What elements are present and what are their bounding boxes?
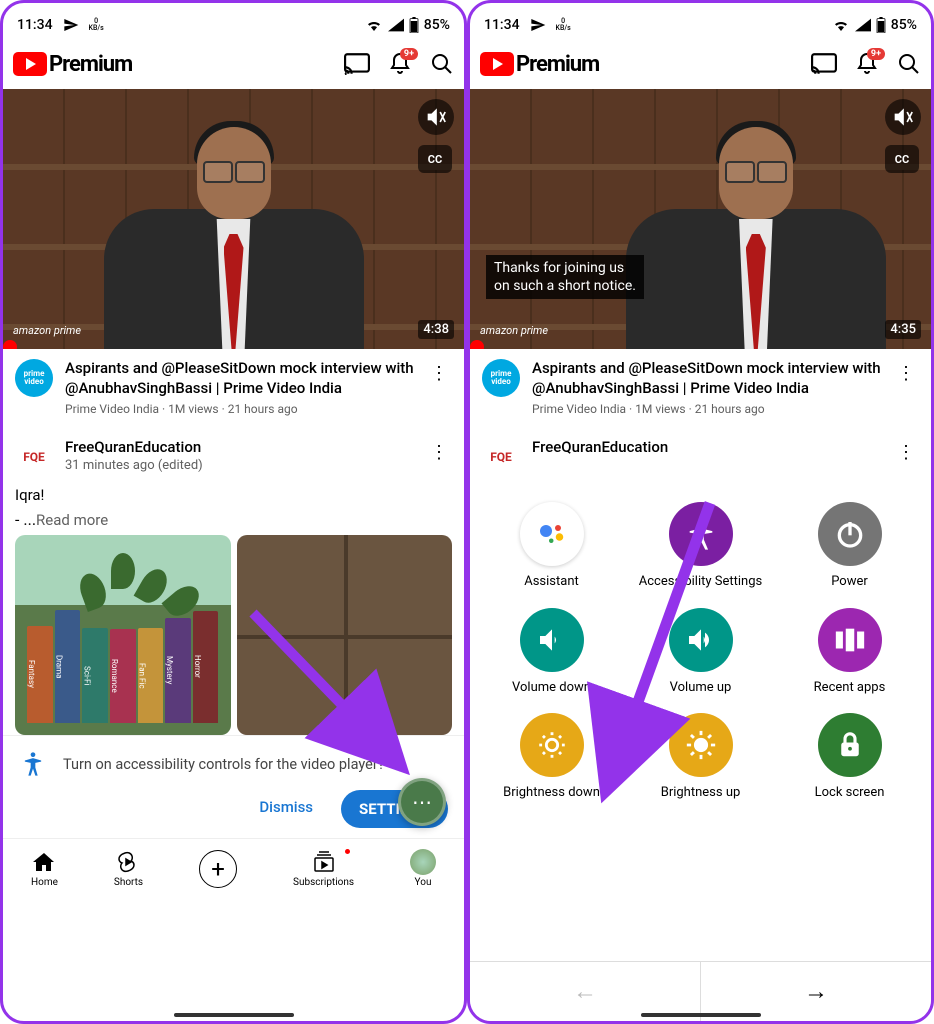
gesture-handle[interactable] xyxy=(641,1013,761,1017)
channel-avatar[interactable]: prime video xyxy=(15,359,53,397)
prime-watermark: amazon prime xyxy=(480,324,548,337)
mute-icon[interactable] xyxy=(885,99,921,135)
send-icon xyxy=(530,17,546,33)
post-time: 31 minutes ago (edited) xyxy=(65,458,414,473)
video-duration: 4:35 xyxy=(885,320,921,339)
accessibility-prompt: Turn on accessibility controls for the v… xyxy=(3,735,464,838)
nav-shorts[interactable]: Shorts xyxy=(114,849,143,888)
menu-item-brightness-up[interactable]: Brightness up xyxy=(629,713,772,801)
mute-icon[interactable] xyxy=(418,99,454,135)
nav-create[interactable]: + xyxy=(199,850,237,888)
prompt-text: Turn on accessibility controls for the v… xyxy=(63,756,385,773)
community-post: FQE FreeQuranEducation 31 minutes ago (e… xyxy=(3,426,464,735)
status-bar: 11:34 0KB/s 85% xyxy=(3,3,464,39)
accessibility-menu: AssistantAccessibility SettingsPowerVolu… xyxy=(470,482,931,1021)
battery-icon xyxy=(409,17,419,33)
battery-percent: 85% xyxy=(424,17,450,33)
phone-right: 11:34 0KB/s 85% Premium 9+ xyxy=(467,0,934,1024)
nav-subscriptions[interactable]: Subscriptions xyxy=(293,849,354,888)
accessibility-fab[interactable]: ⋯ xyxy=(398,778,446,826)
kbps-indicator: 0KB/s xyxy=(556,18,571,32)
cast-icon[interactable] xyxy=(811,53,837,75)
cast-icon[interactable] xyxy=(344,53,370,75)
prime-watermark: amazon prime xyxy=(13,324,81,337)
post-more-icon[interactable]: ⋮ xyxy=(426,438,452,467)
video-more-icon[interactable]: ⋮ xyxy=(893,359,919,388)
video-player[interactable]: CC Thanks for joining uson such a short … xyxy=(470,89,931,349)
wifi-icon xyxy=(365,18,383,32)
youtube-play-icon xyxy=(13,52,47,76)
youtube-logo[interactable]: Premium xyxy=(480,52,599,77)
nav-you[interactable]: You xyxy=(410,849,436,888)
notifications-button[interactable]: 9+ xyxy=(388,52,412,76)
post-image-2[interactable] xyxy=(237,535,453,735)
read-more-row[interactable]: - ...Read more xyxy=(15,510,452,529)
post-channel[interactable]: FreeQuranEducation xyxy=(532,438,881,456)
send-icon xyxy=(63,17,79,33)
nav-home[interactable]: Home xyxy=(31,849,58,888)
kbps-indicator: 0KB/s xyxy=(89,18,104,32)
video-meta: Prime Video India · 1M views · 21 hours … xyxy=(65,402,414,416)
video-more-icon[interactable]: ⋮ xyxy=(426,359,452,388)
signal-icon xyxy=(855,18,871,32)
menu-item-brightness-down[interactable]: Brightness down xyxy=(480,713,623,801)
video-info-row: prime video Aspirants and @PleaseSitDown… xyxy=(3,349,464,426)
menu-item-lock-screen[interactable]: Lock screen xyxy=(778,713,921,801)
video-title[interactable]: Aspirants and @PleaseSitDown mock interv… xyxy=(532,359,881,398)
bottom-nav: Home Shorts + Subscriptions You xyxy=(3,838,464,904)
progress-indicator xyxy=(470,340,484,349)
battery-icon xyxy=(876,17,886,33)
app-header: Premium 9+ xyxy=(470,39,931,89)
status-time: 11:34 xyxy=(17,17,53,33)
app-header: Premium 9+ xyxy=(3,39,464,89)
user-avatar xyxy=(410,849,436,875)
post-more-icon[interactable]: ⋮ xyxy=(893,438,919,467)
wifi-icon xyxy=(832,18,850,32)
caption-overlay: Thanks for joining uson such a short not… xyxy=(486,255,644,299)
channel-avatar[interactable]: prime video xyxy=(482,359,520,397)
video-meta: Prime Video India · 1M views · 21 hours … xyxy=(532,402,881,416)
post-channel[interactable]: FreeQuranEducation xyxy=(65,438,414,456)
community-post: FQE FreeQuranEducation ⋮ xyxy=(470,426,931,482)
dismiss-button[interactable]: Dismiss xyxy=(245,790,327,828)
phone-left: 11:34 0KB/s 85% Premium 9+ xyxy=(0,0,467,1024)
accessibility-icon xyxy=(19,750,47,778)
menu-item-power[interactable]: Power xyxy=(778,502,921,590)
menu-item-assistant[interactable]: Assistant xyxy=(480,502,623,590)
video-info-row: prime video Aspirants and @PleaseSitDown… xyxy=(470,349,931,426)
search-icon[interactable] xyxy=(897,52,921,76)
search-icon[interactable] xyxy=(430,52,454,76)
youtube-play-icon xyxy=(480,52,514,76)
video-title[interactable]: Aspirants and @PleaseSitDown mock interv… xyxy=(65,359,414,398)
menu-item-volume-down[interactable]: Volume down xyxy=(480,608,623,696)
status-bar: 11:34 0KB/s 85% xyxy=(470,3,931,39)
signal-icon xyxy=(388,18,404,32)
video-duration: 4:38 xyxy=(418,320,454,339)
post-avatar[interactable]: FQE xyxy=(482,438,520,476)
captions-button[interactable]: CC xyxy=(885,145,919,173)
menu-item-volume-up[interactable]: Volume up xyxy=(629,608,772,696)
post-text: Iqra! xyxy=(15,486,452,504)
progress-indicator xyxy=(3,340,17,349)
panel-nav: ← → xyxy=(470,961,931,1021)
gesture-handle[interactable] xyxy=(174,1013,294,1017)
menu-item-recent-apps[interactable]: Recent apps xyxy=(778,608,921,696)
post-avatar[interactable]: FQE xyxy=(15,438,53,476)
menu-item-accessibility-settings[interactable]: Accessibility Settings xyxy=(629,502,772,590)
post-image-1[interactable]: FantasyDramaSci-FiRomanceFan FicMysteryH… xyxy=(15,535,231,735)
notifications-button[interactable]: 9+ xyxy=(855,52,879,76)
youtube-logo[interactable]: Premium xyxy=(13,52,132,77)
video-player[interactable]: CC amazon prime 4:38 xyxy=(3,89,464,349)
captions-button[interactable]: CC xyxy=(418,145,452,173)
